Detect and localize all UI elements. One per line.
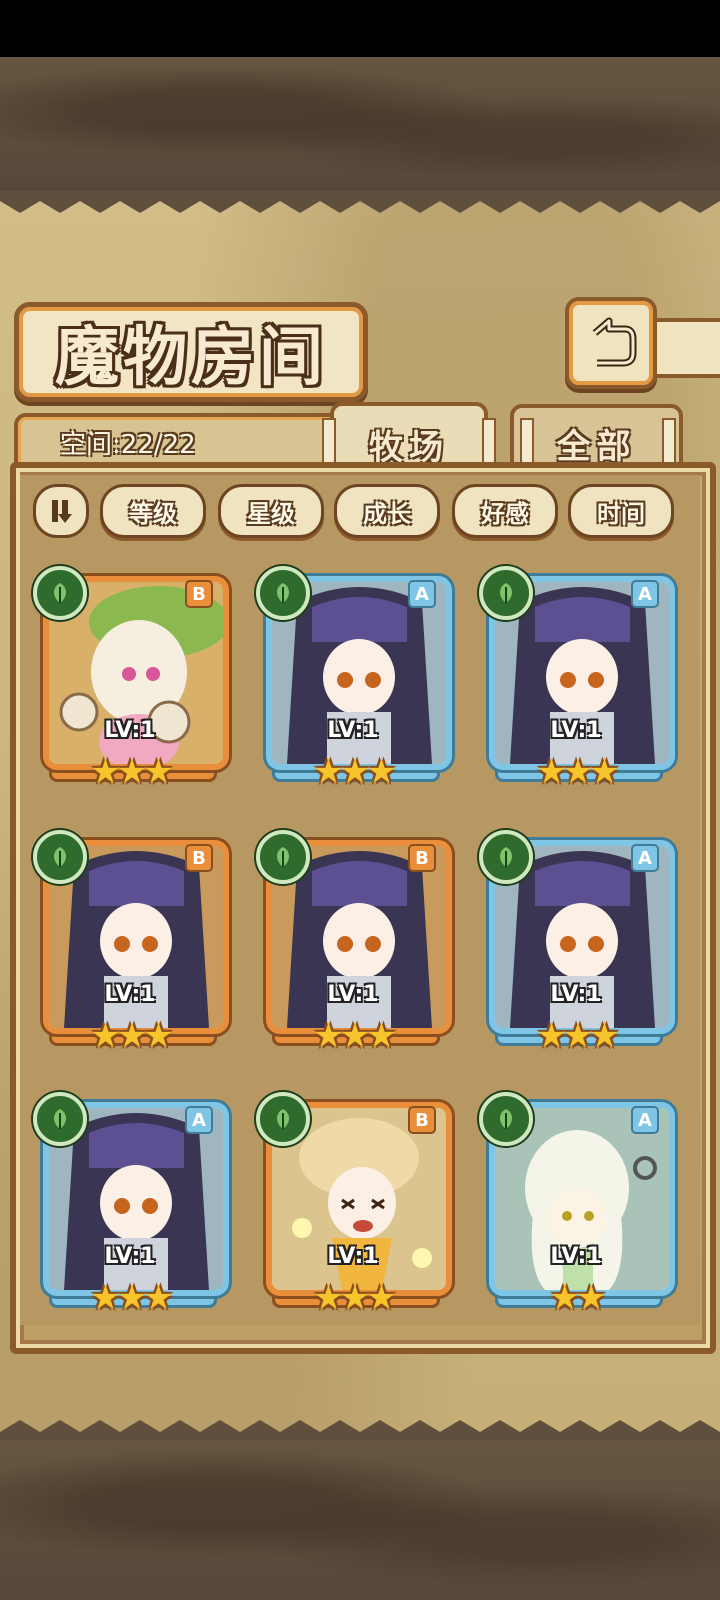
monster-card[interactable]: B LV:1 ★★★	[33, 566, 229, 803]
monster-level: LV:1	[327, 982, 379, 1007]
rank-badge: A	[631, 844, 659, 872]
star-rating: ★★★	[313, 1278, 396, 1318]
leaf-icon	[33, 566, 87, 620]
sort-by-time-button[interactable]: 时间	[568, 484, 674, 538]
tab-all-label: 全部	[556, 426, 637, 467]
sort-by-stars-label: 星级	[247, 499, 295, 528]
star-rating: ★★★	[90, 1278, 173, 1318]
sort-by-affection-button[interactable]: 好感	[452, 484, 558, 538]
leaf-icon	[479, 566, 533, 620]
monster-level: LV:1	[550, 1244, 602, 1269]
monster-card[interactable]: B LV:1 ★★★	[256, 830, 452, 1067]
monster-level: LV:1	[104, 1244, 156, 1269]
tab-divider	[520, 418, 534, 468]
leaf-icon	[479, 1092, 533, 1146]
map-background-bottom	[0, 1440, 720, 1600]
monster-level: LV:1	[104, 718, 156, 743]
leaf-icon	[256, 566, 310, 620]
leaf-icon	[256, 1092, 310, 1146]
monster-level: LV:1	[550, 718, 602, 743]
title-plate: 魔物房间	[14, 302, 368, 402]
page-title: 魔物房间	[55, 320, 327, 395]
rank-badge: A	[631, 580, 659, 608]
monster-card[interactable]: B LV:1 ★★★	[33, 830, 229, 1067]
leaf-icon	[33, 830, 87, 884]
star-rating: ★★★	[90, 752, 173, 792]
sort-by-stars-button[interactable]: 星级	[218, 484, 324, 538]
monster-level: LV:1	[104, 982, 156, 1007]
monster-card[interactable]: A LV:1 ★★★	[479, 830, 675, 1067]
zigzag-border-top	[0, 191, 720, 213]
monster-level: LV:1	[550, 982, 602, 1007]
tab-divider	[482, 418, 496, 468]
map-background-top	[0, 57, 720, 191]
monster-card[interactable]: A LV:1 ★★★	[33, 1092, 229, 1329]
sort-by-affection-label: 好感	[481, 499, 529, 528]
monster-card[interactable]: B LV:1 ★★★	[256, 1092, 452, 1329]
sort-by-level-button[interactable]: 等级	[100, 484, 206, 538]
monster-level: LV:1	[327, 1244, 379, 1269]
sort-order-icon	[52, 500, 72, 523]
sort-by-growth-button[interactable]: 成长	[334, 484, 440, 538]
space-counter: 空间:22/22	[60, 430, 196, 460]
star-rating: ★★★	[313, 1016, 396, 1056]
rank-badge: A	[408, 580, 436, 608]
back-button-rail	[648, 318, 720, 378]
rank-badge: B	[408, 1106, 436, 1134]
rank-badge: A	[185, 1106, 213, 1134]
monster-card[interactable]: A LV:1 ★★	[479, 1092, 675, 1329]
rank-badge: B	[185, 844, 213, 872]
status-bar	[0, 0, 720, 57]
monster-level: LV:1	[327, 718, 379, 743]
tab-divider	[322, 418, 336, 468]
leaf-icon	[479, 830, 533, 884]
rank-badge: A	[631, 1106, 659, 1134]
rank-badge: B	[185, 580, 213, 608]
leaf-icon	[33, 1092, 87, 1146]
star-rating: ★★★	[313, 752, 396, 792]
back-button[interactable]	[565, 297, 657, 389]
zigzag-border-bottom	[0, 1420, 720, 1442]
rank-badge: B	[408, 844, 436, 872]
star-rating: ★★★	[90, 1016, 173, 1056]
return-arrow-icon	[592, 317, 637, 367]
star-rating: ★★★	[536, 1016, 619, 1056]
star-rating: ★★★	[536, 752, 619, 792]
sort-by-time-label: 时间	[597, 499, 645, 528]
monster-card[interactable]: A LV:1 ★★★	[479, 566, 675, 803]
tab-divider	[662, 418, 676, 468]
monster-card[interactable]: A LV:1 ★★★	[256, 566, 452, 803]
sort-by-growth-label: 成长	[363, 499, 411, 528]
leaf-icon	[256, 830, 310, 884]
sort-order-toggle[interactable]	[33, 484, 89, 538]
sort-by-level-label: 等级	[129, 499, 177, 528]
star-rating: ★★	[549, 1278, 607, 1318]
